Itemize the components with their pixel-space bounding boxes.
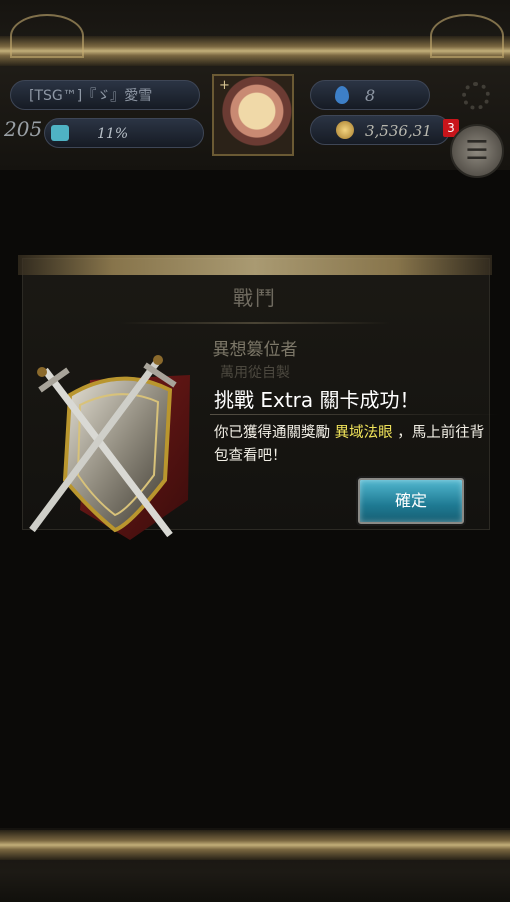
shield-swords-icon xyxy=(29,355,190,540)
coin-icon xyxy=(336,121,354,139)
list-icon: ☰ xyxy=(465,136,489,166)
ornament-right xyxy=(430,14,504,58)
player-level: 205 xyxy=(4,117,43,141)
player-name[interactable]: [TSG™]『ゞ』愛雪 xyxy=(10,80,200,110)
confirm-button[interactable]: 確定 xyxy=(358,478,464,524)
menu-button[interactable]: ☰ xyxy=(450,124,504,178)
gear-icon[interactable] xyxy=(462,82,490,110)
panel-title: 戰鬥 xyxy=(233,286,277,310)
message-divider xyxy=(210,414,500,415)
success-title: 挑戰 Extra 關卡成功！ xyxy=(214,388,420,412)
exp-fill xyxy=(51,125,69,141)
message-prefix: 你已獲得通關獎勵 xyxy=(214,425,335,441)
ornament-left xyxy=(10,14,84,58)
gem-counter[interactable]: 8 xyxy=(310,80,430,110)
gold-counter[interactable]: 3,536,31 xyxy=(310,115,450,145)
gold-amount: 3,536,31 xyxy=(365,122,432,140)
gem-icon xyxy=(335,86,349,104)
exp-bar: 11% xyxy=(44,118,204,148)
bottom-frame xyxy=(0,828,510,902)
panel-divider xyxy=(120,322,390,324)
exp-percent: 11% xyxy=(97,126,129,142)
plus-icon: + xyxy=(219,78,230,93)
gem-count: 8 xyxy=(365,86,376,105)
success-message: 你已獲得通關獎勵 異域法眼 ，馬上前往背包查看吧！ xyxy=(214,422,496,468)
bottom-ornament-bar xyxy=(0,830,510,860)
panel-ornament xyxy=(18,255,492,275)
reward-item-name[interactable]: 異域法眼 xyxy=(335,425,393,441)
